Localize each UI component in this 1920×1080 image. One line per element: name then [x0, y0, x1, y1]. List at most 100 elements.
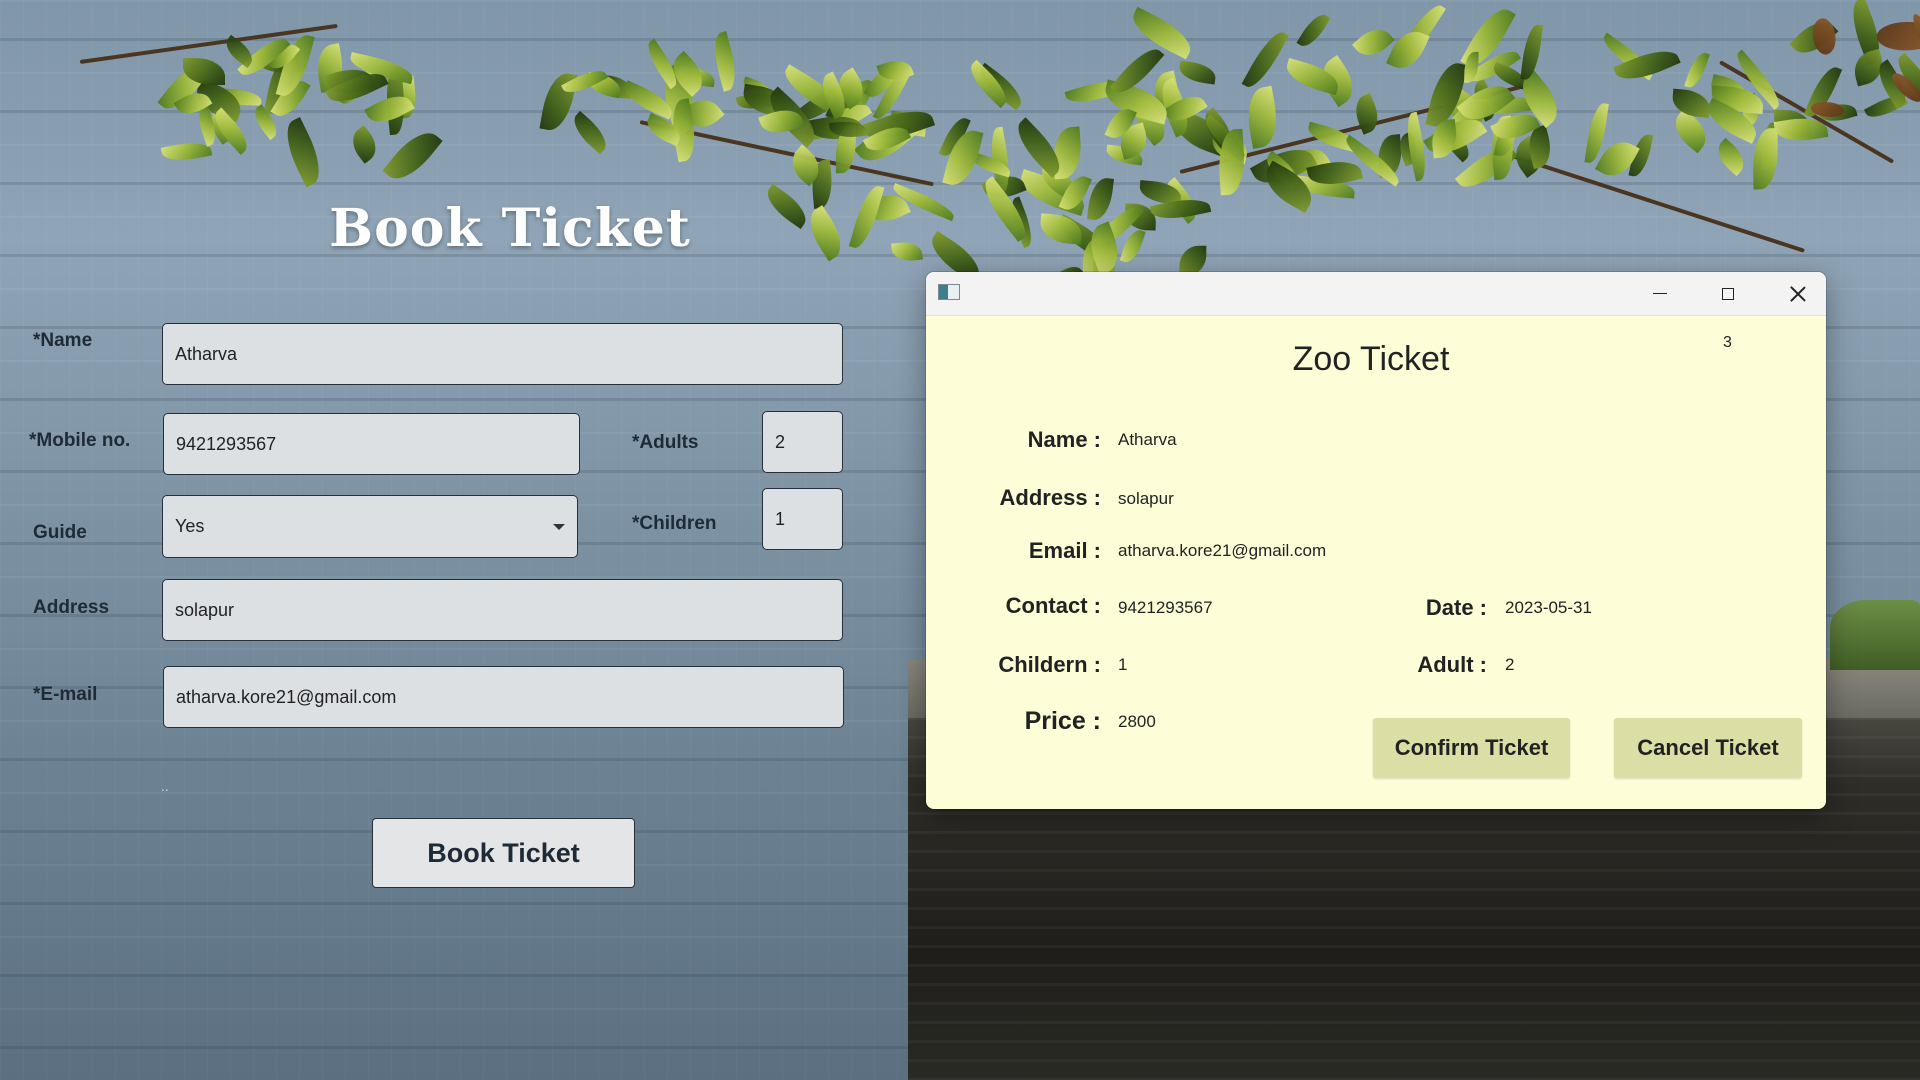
leaf [1817, 99, 1858, 127]
adults-input[interactable] [775, 431, 830, 453]
leaf [829, 119, 868, 139]
leaf [1178, 60, 1218, 85]
leaf [758, 103, 806, 140]
children-input-box[interactable] [762, 488, 843, 550]
leaf [1520, 23, 1543, 81]
close-button[interactable] [1768, 272, 1826, 315]
minimize-button[interactable] [1630, 272, 1690, 315]
leaf [759, 184, 813, 230]
children-input[interactable] [775, 508, 830, 530]
leaf [561, 64, 609, 100]
name-label: *Name [33, 330, 93, 351]
leaf [1340, 134, 1405, 187]
mobile-input[interactable] [176, 433, 567, 455]
leaf [808, 111, 865, 144]
leaf [383, 66, 409, 135]
ticket-date-value: 2023-05-31 [1505, 598, 1592, 617]
guide-select[interactable]: Yes [162, 495, 578, 558]
ticket-contact-value: 9421293567 [1118, 598, 1213, 617]
confirm-ticket-button[interactable]: Confirm Ticket [1373, 718, 1570, 778]
leaf [1260, 150, 1303, 189]
leaf [1295, 9, 1331, 51]
leaf [1208, 128, 1251, 164]
leaf [204, 105, 242, 145]
leaf [1701, 97, 1763, 144]
leaf [801, 205, 851, 262]
ticket-email-label: Email : [1028, 538, 1101, 563]
email-label: *E-mail [33, 684, 98, 705]
leaf [1104, 144, 1144, 166]
leaf [824, 73, 876, 144]
leaf [677, 66, 716, 88]
leaf [1287, 140, 1332, 183]
leaf [1670, 88, 1712, 118]
children-label: *Children [632, 513, 717, 534]
adults-input-box[interactable] [762, 411, 843, 473]
leaf [815, 71, 852, 120]
leaf [1083, 221, 1125, 276]
leaf [1015, 168, 1090, 216]
chevron-down-icon [553, 523, 565, 530]
leaf [1804, 62, 1843, 122]
leaf [1401, 111, 1432, 182]
leaf [1887, 69, 1920, 106]
leaf [1093, 199, 1145, 252]
email-input-box[interactable] [163, 666, 844, 728]
leaf [249, 104, 282, 141]
leaf [1761, 121, 1777, 171]
leaf [1058, 171, 1092, 215]
leaf [1179, 245, 1207, 276]
leaf [1773, 109, 1812, 137]
leaf [1423, 108, 1488, 164]
ticket-title: Zoo Ticket [1292, 340, 1450, 378]
leaf [1875, 18, 1920, 55]
leaf [981, 169, 1027, 205]
background-foliage [0, 0, 1920, 309]
leaf [1386, 24, 1430, 75]
zoo-ticket-window: Zoo Ticket 3 Name : Atharva Address : so… [926, 272, 1826, 809]
leaf [619, 79, 677, 120]
leaf [1456, 75, 1516, 131]
ticket-name-value: Atharva [1118, 430, 1177, 449]
leaf [888, 111, 928, 138]
name-input[interactable] [175, 343, 830, 365]
leaf [1159, 177, 1203, 224]
leaf [938, 113, 971, 160]
branch [1719, 60, 1895, 164]
leaf [680, 91, 726, 136]
leaf [1489, 106, 1541, 148]
leaf [664, 50, 711, 97]
leaf [735, 88, 777, 114]
minimize-icon [1653, 292, 1667, 295]
leaf [862, 102, 936, 148]
leaf [1466, 43, 1522, 89]
email-input[interactable] [176, 686, 831, 708]
mobile-input-box[interactable] [163, 413, 580, 475]
branch [79, 23, 338, 64]
leaf [173, 85, 213, 121]
ticket-date-label: Date : [1425, 595, 1487, 620]
leaf [1034, 159, 1080, 201]
branch [1499, 150, 1805, 253]
desktop-screen: Book Ticket *Name *Mobile no. *Adults Gu… [0, 0, 1920, 1080]
name-input-box[interactable] [162, 323, 843, 385]
leaf [207, 107, 254, 155]
leaf [1292, 175, 1355, 199]
leaf [1430, 118, 1460, 158]
leaf [1730, 49, 1787, 111]
window-titlebar[interactable] [926, 272, 1826, 316]
leaf [1086, 176, 1114, 222]
ticket-adult-label: Adult : [1417, 652, 1487, 677]
cancel-ticket-button[interactable]: Cancel Ticket [1614, 718, 1802, 778]
address-input-box[interactable] [162, 579, 843, 641]
maximize-button[interactable] [1698, 272, 1758, 315]
leaf [312, 43, 347, 93]
leaf [1051, 126, 1084, 179]
address-input[interactable] [175, 599, 830, 621]
book-ticket-button[interactable]: Book Ticket [372, 818, 635, 888]
branch [639, 120, 934, 187]
leaf [1460, 2, 1516, 75]
leaf [1890, 53, 1920, 113]
ticket-adult-value: 2 [1505, 655, 1515, 674]
address-label: Address [33, 597, 110, 618]
